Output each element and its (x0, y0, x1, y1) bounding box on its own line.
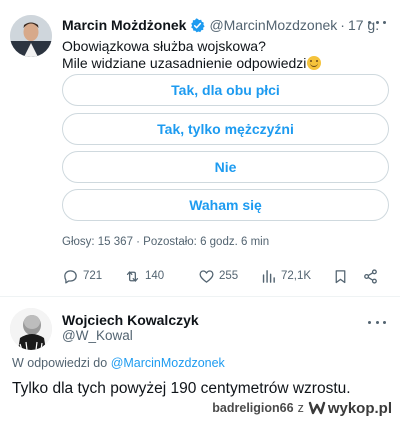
reply-count: 721 (83, 270, 103, 282)
poll-meta: Głosy: 15 367 · Pozostało: 6 godz. 6 min (62, 236, 270, 248)
watermark-user: badreligion66 (212, 401, 294, 415)
tweet-actions: 721 140 255 72,1K (62, 266, 382, 286)
reply-text: Tylko dla tych powyżej 190 centymetrów w… (12, 380, 351, 397)
like-button[interactable]: 255 (198, 266, 238, 286)
bookmark-icon (335, 269, 346, 283)
poll-option-4[interactable]: Waham się (62, 189, 389, 221)
views-count: 72,1K (281, 270, 312, 282)
divider (0, 296, 400, 297)
reply-button[interactable]: 721 (62, 266, 102, 286)
smiling-emoji-icon (307, 56, 322, 70)
wykop-logo-icon (308, 401, 326, 415)
share-button[interactable] (362, 266, 383, 286)
poll-option-2[interactable]: Tak, tylko mężczyźni (62, 113, 389, 145)
separator-dot: · (340, 17, 345, 33)
author-avatar[interactable] (10, 15, 52, 57)
reply-to-prefix: W odpowiedzi do (12, 356, 108, 370)
bookmark-button[interactable] (332, 266, 353, 286)
retweet-count: 140 (145, 270, 165, 282)
share-icon (364, 268, 377, 284)
author-name[interactable]: Marcin Możdżonek (62, 17, 186, 33)
wykop-logo: wykop.pl (308, 400, 392, 417)
poll-option-3[interactable]: Nie (62, 151, 389, 183)
reply-author-name[interactable]: Wojciech Kowalczyk (62, 312, 199, 328)
tweet-header: Marcin Możdżonek @MarcinMozdzonek · 17 g… (62, 16, 392, 34)
watermark-site: wykop.pl (327, 399, 392, 417)
reply-icon (64, 269, 77, 284)
like-count: 255 (219, 270, 239, 282)
reply-to-mention[interactable]: @MarcinMozdzonek (111, 356, 225, 370)
verified-badge-icon (191, 17, 206, 32)
heart-icon (199, 269, 214, 283)
reply-header: Wojciech Kowalczyk (62, 311, 392, 329)
poll: Tak, dla obu płci Tak, tylko mężczyźni N… (62, 74, 389, 227)
tweet-text: Obowiązkowa służba wojskowa? Mile widzia… (62, 38, 382, 72)
retweet-icon (126, 270, 139, 282)
poll-option-1[interactable]: Tak, dla obu płci (62, 74, 389, 106)
reply-author-handle[interactable]: @W_Kowal (62, 328, 133, 343)
tweet-text-line2: Mile widziane uzasadnienie odpowiedzi (62, 55, 307, 71)
more-options-icon[interactable] (368, 14, 386, 30)
reply-more-options-icon[interactable] (368, 314, 386, 330)
views-button[interactable]: 72,1K (260, 266, 311, 286)
watermark-z: z (297, 401, 304, 415)
watermark: badreligion66 z wykop.pl (212, 398, 392, 418)
retweet-button[interactable]: 140 (124, 266, 164, 286)
reply-author-avatar[interactable] (10, 308, 52, 350)
bar-chart-icon (262, 269, 275, 283)
reply-to-line: W odpowiedzi do @MarcinMozdzonek (12, 356, 225, 370)
author-handle[interactable]: @MarcinMozdzonek (209, 17, 337, 33)
tweet-text-line1: Obowiązkowa służba wojskowa? (62, 38, 266, 54)
